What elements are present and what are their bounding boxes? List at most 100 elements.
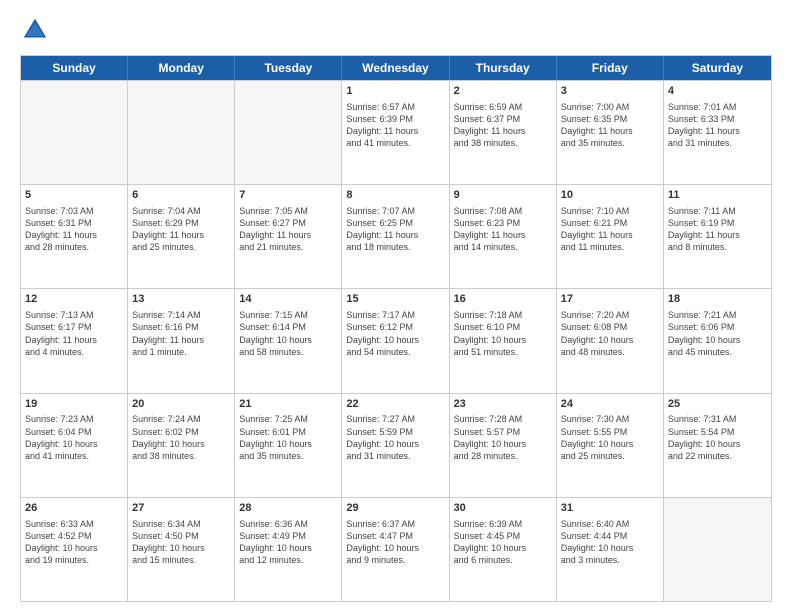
calendar-cell: 28 Sunrise: 6:36 AMSunset: 4:49 PMDayligh… [235, 498, 342, 601]
calendar-cell: 21Sunrise: 7:25 AMSunset: 6:01 PMDayligh… [235, 394, 342, 497]
calendar-row-4: 19Sunrise: 7:23 AMSunset: 6:04 PMDayligh… [21, 393, 771, 497]
calendar-cell: 16 Sunrise: 7:18 AMSunset: 6:10 PMDayligh… [450, 289, 557, 392]
day-number: 22 [346, 397, 444, 412]
calendar: SundayMondayTuesdayWednesdayThursdayFrid… [20, 55, 772, 602]
calendar-cell: 24Sunrise: 7:30 AMSunset: 5:55 PMDayligh… [557, 394, 664, 497]
cell-info: Sunrise: 7:07 AMSunset: 6:25 PMDaylight:… [346, 205, 444, 254]
calendar-cell: 23Sunrise: 7:28 AMSunset: 5:57 PMDayligh… [450, 394, 557, 497]
calendar-cell: 19Sunrise: 7:23 AMSunset: 6:04 PMDayligh… [21, 394, 128, 497]
calendar-cell: 6Sunrise: 7:04 AMSunset: 6:29 PMDaylight… [128, 185, 235, 288]
day-number: 3 [561, 84, 659, 99]
calendar-cell: 31 Sunrise: 6:40 AMSunset: 4:44 PMDayligh… [557, 498, 664, 601]
header-cell-tuesday: Tuesday [235, 56, 342, 80]
day-number: 10 [561, 188, 659, 203]
day-number: 30 [454, 501, 552, 516]
cell-info: Sunrise: 7:30 AMSunset: 5:55 PMDaylight:… [561, 413, 659, 462]
cell-info: Sunrise: 7:21 AMSunset: 6:06 PMDaylight:… [668, 309, 767, 358]
day-number: 18 [668, 292, 767, 307]
day-number: 23 [454, 397, 552, 412]
calendar-cell: 4 Sunrise: 7:01 AMSunset: 6:33 PMDaylight… [664, 81, 771, 184]
calendar-cell [128, 81, 235, 184]
day-number: 5 [25, 188, 123, 203]
cell-info: Sunrise: 7:18 AMSunset: 6:10 PMDaylight:… [454, 309, 552, 358]
cell-info: Sunrise: 6:37 AMSunset: 4:47 PMDaylight:… [346, 518, 444, 567]
header-cell-monday: Monday [128, 56, 235, 80]
header-cell-friday: Friday [557, 56, 664, 80]
day-number: 21 [239, 397, 337, 412]
day-number: 19 [25, 397, 123, 412]
calendar-cell: 18 Sunrise: 7:21 AMSunset: 6:06 PMDayligh… [664, 289, 771, 392]
day-number: 27 [132, 501, 230, 516]
header-cell-sunday: Sunday [21, 56, 128, 80]
day-number: 4 [668, 84, 767, 99]
day-number: 13 [132, 292, 230, 307]
calendar-cell: 17 Sunrise: 7:20 AMSunset: 6:08 PMDayligh… [557, 289, 664, 392]
cell-info: Sunrise: 7:15 AMSunset: 6:14 PMDaylight:… [239, 309, 337, 358]
cell-info: Sunrise: 6:39 AMSunset: 4:45 PMDaylight:… [454, 518, 552, 567]
calendar-cell: 13 Sunrise: 7:14 AMSunset: 6:16 PMDayligh… [128, 289, 235, 392]
cell-info: Sunrise: 7:04 AMSunset: 6:29 PMDaylight:… [132, 205, 230, 254]
cell-info: Sunrise: 7:01 AMSunset: 6:33 PMDaylight:… [668, 101, 767, 150]
day-number: 31 [561, 501, 659, 516]
day-number: 29 [346, 501, 444, 516]
logo [20, 15, 55, 45]
cell-info: Sunrise: 7:14 AMSunset: 6:16 PMDaylight:… [132, 309, 230, 358]
cell-info: Sunrise: 6:57 AMSunset: 6:39 PMDaylight:… [346, 101, 444, 150]
calendar-cell: 27Sunrise: 6:34 AMSunset: 4:50 PMDayligh… [128, 498, 235, 601]
calendar-cell: 15Sunrise: 7:17 AMSunset: 6:12 PMDayligh… [342, 289, 449, 392]
calendar-cell: 14Sunrise: 7:15 AMSunset: 6:14 PMDayligh… [235, 289, 342, 392]
calendar-cell: 29 Sunrise: 6:37 AMSunset: 4:47 PMDayligh… [342, 498, 449, 601]
day-number: 17 [561, 292, 659, 307]
calendar-cell: 1 Sunrise: 6:57 AMSunset: 6:39 PMDaylight… [342, 81, 449, 184]
cell-info: Sunrise: 6:33 AMSunset: 4:52 PMDaylight:… [25, 518, 123, 567]
cell-info: Sunrise: 7:28 AMSunset: 5:57 PMDaylight:… [454, 413, 552, 462]
page: SundayMondayTuesdayWednesdayThursdayFrid… [0, 0, 792, 612]
calendar-row-3: 12 Sunrise: 7:13 AMSunset: 6:17 PMDayligh… [21, 288, 771, 392]
calendar-cell: 2Sunrise: 6:59 AMSunset: 6:37 PMDaylight… [450, 81, 557, 184]
day-number: 12 [25, 292, 123, 307]
day-number: 16 [454, 292, 552, 307]
day-number: 25 [668, 397, 767, 412]
calendar-cell: 7 Sunrise: 7:05 AMSunset: 6:27 PMDaylight… [235, 185, 342, 288]
cell-info: Sunrise: 7:05 AMSunset: 6:27 PMDaylight:… [239, 205, 337, 254]
calendar-row-2: 5Sunrise: 7:03 AMSunset: 6:31 PMDaylight… [21, 184, 771, 288]
cell-info: Sunrise: 7:27 AMSunset: 5:59 PMDaylight:… [346, 413, 444, 462]
calendar-cell: 5Sunrise: 7:03 AMSunset: 6:31 PMDaylight… [21, 185, 128, 288]
cell-info: Sunrise: 7:25 AMSunset: 6:01 PMDaylight:… [239, 413, 337, 462]
calendar-cell: 10 Sunrise: 7:10 AMSunset: 6:21 PMDayligh… [557, 185, 664, 288]
header-cell-saturday: Saturday [664, 56, 771, 80]
cell-info: Sunrise: 7:10 AMSunset: 6:21 PMDaylight:… [561, 205, 659, 254]
calendar-cell: 8 Sunrise: 7:07 AMSunset: 6:25 PMDaylight… [342, 185, 449, 288]
header-cell-thursday: Thursday [450, 56, 557, 80]
calendar-cell [21, 81, 128, 184]
calendar-row-1: 1 Sunrise: 6:57 AMSunset: 6:39 PMDaylight… [21, 80, 771, 184]
day-number: 2 [454, 84, 552, 99]
calendar-cell [235, 81, 342, 184]
calendar-cell: 20Sunrise: 7:24 AMSunset: 6:02 PMDayligh… [128, 394, 235, 497]
calendar-cell: 9Sunrise: 7:08 AMSunset: 6:23 PMDaylight… [450, 185, 557, 288]
header-cell-wednesday: Wednesday [342, 56, 449, 80]
cell-info: Sunrise: 7:00 AMSunset: 6:35 PMDaylight:… [561, 101, 659, 150]
day-number: 11 [668, 188, 767, 203]
cell-info: Sunrise: 6:40 AMSunset: 4:44 PMDaylight:… [561, 518, 659, 567]
day-number: 8 [346, 188, 444, 203]
day-number: 1 [346, 84, 444, 99]
cell-info: Sunrise: 7:24 AMSunset: 6:02 PMDaylight:… [132, 413, 230, 462]
calendar-header-row: SundayMondayTuesdayWednesdayThursdayFrid… [21, 56, 771, 80]
cell-info: Sunrise: 7:23 AMSunset: 6:04 PMDaylight:… [25, 413, 123, 462]
calendar-cell: 12 Sunrise: 7:13 AMSunset: 6:17 PMDayligh… [21, 289, 128, 392]
calendar-cell: 3 Sunrise: 7:00 AMSunset: 6:35 PMDaylight… [557, 81, 664, 184]
cell-info: Sunrise: 7:31 AMSunset: 5:54 PMDaylight:… [668, 413, 767, 462]
cell-info: Sunrise: 6:36 AMSunset: 4:49 PMDaylight:… [239, 518, 337, 567]
calendar-cell: 26Sunrise: 6:33 AMSunset: 4:52 PMDayligh… [21, 498, 128, 601]
cell-info: Sunrise: 7:13 AMSunset: 6:17 PMDaylight:… [25, 309, 123, 358]
header [20, 15, 772, 45]
day-number: 9 [454, 188, 552, 203]
cell-info: Sunrise: 7:20 AMSunset: 6:08 PMDaylight:… [561, 309, 659, 358]
day-number: 24 [561, 397, 659, 412]
day-number: 7 [239, 188, 337, 203]
day-number: 15 [346, 292, 444, 307]
day-number: 28 [239, 501, 337, 516]
logo-icon [20, 15, 50, 45]
calendar-cell [664, 498, 771, 601]
